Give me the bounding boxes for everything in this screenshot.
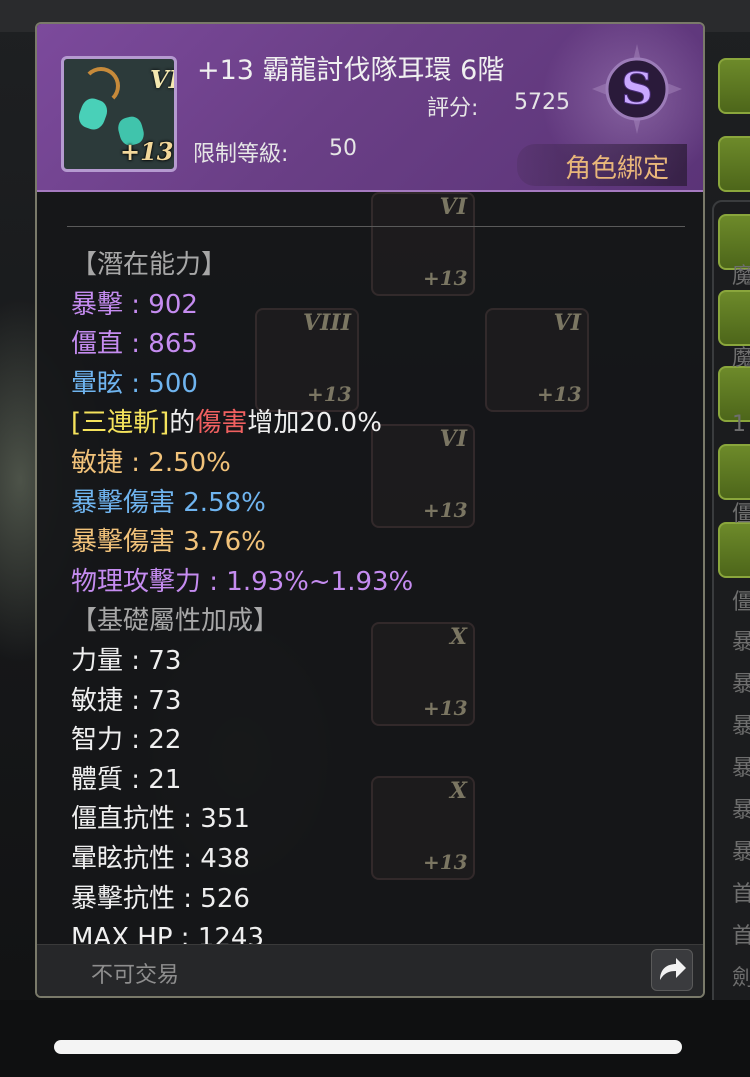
skill-damage-word: 傷害 <box>195 408 248 439</box>
stat-stiff: 僵直 : 865 <box>71 329 198 360</box>
stat-intellect: 智力 : 22 <box>71 725 182 756</box>
share-button[interactable] <box>651 949 693 991</box>
stat-crit: 暴擊 : 902 <box>71 289 198 320</box>
base-header: 【基礎屬性加成】 <box>71 606 280 637</box>
side-button-7[interactable] <box>718 522 750 578</box>
side-text: 首 <box>732 924 750 949</box>
home-indicator[interactable] <box>54 1040 682 1054</box>
level-requirement-value: 50 <box>329 136 357 161</box>
skill-connector: 的 <box>169 408 196 439</box>
grade-s-icon: S <box>592 44 682 134</box>
stat-strength: 力量 : 73 <box>71 645 182 676</box>
side-button-2[interactable] <box>718 136 750 192</box>
side-text: 暴 <box>732 630 750 655</box>
bind-status: 角色綁定 <box>517 144 687 186</box>
side-text: 首 <box>732 882 750 907</box>
stats-list: 【潛在能力】 暴擊 : 902 僵直 : 865 暈眩 : 500 [三連斬]的… <box>71 246 691 959</box>
earring-item-icon: VI +13 <box>61 56 177 172</box>
item-title: +13 霸龍討伐隊耳環 6階 <box>197 55 505 86</box>
side-text: 魔 <box>732 264 750 289</box>
stat-phys-attack: 物理攻擊力 : 1.93%~1.93% <box>71 566 414 597</box>
share-arrow-icon <box>660 958 686 980</box>
side-text: 1 <box>732 412 746 437</box>
item-tooltip: VI +13 VIII +13 VI +13 VI +13 X +13 X +1… <box>35 22 705 998</box>
stat-skill-damage: [三連斬]的傷害增加20.0% <box>71 404 691 444</box>
tooltip-footer: 不可交易 <box>37 944 703 996</box>
stat-vitality: 體質 : 21 <box>71 764 182 795</box>
skill-increase: 增加20.0% <box>247 408 382 439</box>
skill-name: [三連斬] <box>71 408 170 439</box>
side-button-4[interactable] <box>718 290 750 346</box>
stat-agility-pct: 敏捷 : 2.50% <box>71 447 231 478</box>
score-label: 評分: <box>427 96 479 121</box>
stat-crit-damage: 暴擊傷害 2.58% <box>71 487 266 518</box>
stat-stun-resist: 暈眩抗性 : 438 <box>71 843 250 874</box>
score-value: 5725 <box>514 90 570 115</box>
side-button-6[interactable] <box>718 444 750 500</box>
trade-status: 不可交易 <box>91 963 180 988</box>
side-button-1[interactable] <box>718 58 750 114</box>
stat-agility: 敏捷 : 73 <box>71 685 182 716</box>
side-text: 劍 <box>732 966 750 991</box>
side-text: 暴 <box>732 798 750 823</box>
side-text: 暴 <box>732 672 750 697</box>
stat-crit-resist: 暴擊抗性 : 526 <box>71 883 250 914</box>
side-text: 暴 <box>732 714 750 739</box>
grade-letter: S <box>621 64 653 115</box>
level-requirement-label: 限制等級: <box>193 142 289 167</box>
tier-badge: VI <box>150 65 177 94</box>
divider <box>67 226 685 227</box>
side-text: 魔 <box>732 346 750 371</box>
stat-stun: 暈眩 : 500 <box>71 368 198 399</box>
stat-crit-damage: 暴擊傷害 3.76% <box>71 527 266 558</box>
side-text: 暴 <box>732 840 750 865</box>
side-text: 僵 <box>732 590 750 615</box>
stat-stiff-resist: 僵直抗性 : 351 <box>71 804 250 835</box>
side-text: 僵 <box>732 502 750 527</box>
potential-header: 【潛在能力】 <box>71 250 228 280</box>
tooltip-header: VI +13 +13 霸龍討伐隊耳環 6階 評分: 5725 限制等級: 50 … <box>37 24 703 192</box>
bind-label: 角色綁定 <box>565 154 670 184</box>
bottom-bar <box>0 1000 750 1077</box>
side-text: 暴 <box>732 756 750 781</box>
enhancement-badge: +13 <box>120 137 174 166</box>
